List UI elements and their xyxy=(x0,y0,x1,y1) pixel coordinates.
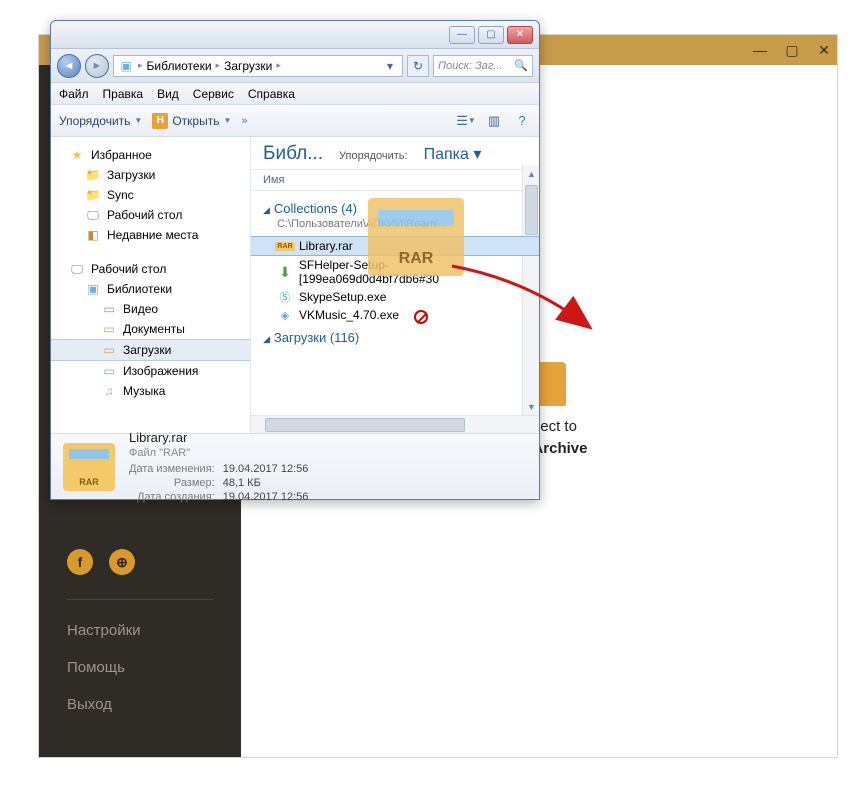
details-thumbnail: RAR xyxy=(63,443,115,491)
tree-documents[interactable]: ▭Документы xyxy=(51,319,250,339)
explorer-window: — ▢ ✕ ◄ ► ▣ ▸ Библиотеки ▸ Загрузки ▸ ▾ … xyxy=(50,20,540,500)
bg-social-row: f ⊕ xyxy=(39,535,241,593)
bg-minimize-icon[interactable]: — xyxy=(753,43,767,57)
list-header: Библ... Упорядочить: Папка ▾ xyxy=(251,137,539,170)
bg-side-exit[interactable]: Выход xyxy=(39,686,241,723)
globe-icon[interactable]: ⊕ xyxy=(109,549,135,575)
tree-images[interactable]: ▭Изображения xyxy=(51,361,250,381)
details-filetype: Файл "RAR" xyxy=(129,447,527,459)
tree-music[interactable]: ♫Музыка xyxy=(51,381,250,401)
menu-bar: Файл Правка Вид Сервис Справка xyxy=(51,83,539,105)
scroll-up-icon[interactable]: ▲ xyxy=(523,165,539,182)
facebook-icon[interactable]: f xyxy=(67,549,93,575)
col-name[interactable]: Имя xyxy=(263,174,284,186)
menu-file[interactable]: Файл xyxy=(59,87,89,101)
hscroll-thumb[interactable] xyxy=(265,418,465,432)
download-icon: ⬇ xyxy=(277,265,293,279)
explorer-titlebar[interactable]: — ▢ ✕ xyxy=(51,21,539,49)
preview-pane-button[interactable]: ▥ xyxy=(485,112,503,130)
breadcrumb-libraries[interactable]: Библиотеки xyxy=(147,59,212,73)
list-title: Библ... xyxy=(263,143,323,165)
app-icon: ◈ xyxy=(277,308,293,322)
tree-libraries[interactable]: ▣Библиотеки xyxy=(51,279,250,299)
breadcrumb-downloads[interactable]: Загрузки xyxy=(224,59,272,73)
search-input[interactable]: Поиск: Заг... 🔍 xyxy=(433,55,533,77)
nav-forward-button[interactable]: ► xyxy=(85,54,109,78)
documents-icon: ▭ xyxy=(101,322,117,336)
refresh-button[interactable]: ↻ xyxy=(407,55,429,77)
details-created-value: 19.04.2017 12:56 xyxy=(223,491,309,503)
music-icon: ♫ xyxy=(101,384,117,398)
tree-video[interactable]: ▭Видео xyxy=(51,299,250,319)
tree-sync[interactable]: 📁Sync xyxy=(51,185,250,205)
open-badge-icon: H xyxy=(152,113,168,129)
details-size-label: Размер: xyxy=(129,477,215,489)
menu-help[interactable]: Справка xyxy=(248,87,295,101)
group-collections[interactable]: ◢Collections (4) xyxy=(251,195,539,218)
file-skype[interactable]: ⓈSkypeSetup.exe xyxy=(251,288,539,306)
bg-maximize-icon[interactable]: ▢ xyxy=(785,43,799,57)
rar-icon: RAR xyxy=(275,242,294,251)
nav-back-button[interactable]: ◄ xyxy=(57,54,81,78)
recent-icon: ◧ xyxy=(85,228,101,242)
organize-button[interactable]: Упорядочить▼ xyxy=(59,114,142,128)
view-mode-button[interactable]: ☰▼ xyxy=(457,112,475,130)
open-button[interactable]: H Открыть▼ xyxy=(152,113,231,129)
breadcrumb[interactable]: ▣ ▸ Библиотеки ▸ Загрузки ▸ ▾ xyxy=(113,55,403,77)
menu-service[interactable]: Сервис xyxy=(193,87,234,101)
menu-view[interactable]: Вид xyxy=(157,87,179,101)
file-list-pane: Библ... Упорядочить: Папка ▾ Имя ▲ ▼ ◢Co… xyxy=(251,137,539,433)
folder-icon: 📁 xyxy=(85,168,101,182)
details-created-label: Дата создания: xyxy=(129,491,215,503)
sort-value[interactable]: Папка ▾ xyxy=(424,144,482,164)
toolbar: Упорядочить▼ H Открыть▼ » ☰▼ ▥ ? xyxy=(51,105,539,137)
tree-desktop2[interactable]: 🖵Рабочий стол xyxy=(51,259,250,279)
tree-downloads[interactable]: 📁Загрузки xyxy=(51,165,250,185)
desktop-icon: 🖵 xyxy=(85,208,101,222)
address-bar: ◄ ► ▣ ▸ Библиотеки ▸ Загрузки ▸ ▾ ↻ Поис… xyxy=(51,49,539,83)
desktop-icon: 🖵 xyxy=(69,262,85,276)
tree-recent[interactable]: ◧Недавние места xyxy=(51,225,250,245)
images-icon: ▭ xyxy=(101,364,117,378)
file-sfhelper[interactable]: ⬇SFHelper-Setup-[199ea069d0d4bf7db6#30 xyxy=(251,256,539,288)
minimize-button[interactable]: — xyxy=(449,26,475,44)
library-icon: ▣ xyxy=(85,282,101,296)
details-size-value: 48,1 КБ xyxy=(223,477,309,489)
details-modified-value: 19.04.2017 12:56 xyxy=(223,463,309,475)
tree-desktop[interactable]: 🖵Рабочий стол xyxy=(51,205,250,225)
skype-icon: Ⓢ xyxy=(277,290,293,304)
rar-icon: RAR xyxy=(79,477,99,487)
horizontal-scrollbar[interactable] xyxy=(251,415,539,433)
tree-downloads2[interactable]: ▭Загрузки xyxy=(51,339,250,361)
bg-side-settings[interactable]: Настройки xyxy=(39,612,241,649)
star-icon: ★ xyxy=(69,148,85,162)
breadcrumb-dropdown-icon[interactable]: ▾ xyxy=(382,59,398,73)
group-downloads[interactable]: ◢Загрузки (116) xyxy=(251,324,539,347)
details-pane: RAR Library.rar Файл "RAR" Дата изменени… xyxy=(51,433,539,499)
maximize-button[interactable]: ▢ xyxy=(478,26,504,44)
sort-label: Упорядочить: xyxy=(339,150,408,162)
file-vkmusic[interactable]: ◈VKMusic_4.70.exe xyxy=(251,306,539,324)
nav-tree[interactable]: ★Избранное 📁Загрузки 📁Sync 🖵Рабочий стол… xyxy=(51,137,251,433)
toolbar-overflow-icon[interactable]: » xyxy=(241,115,247,127)
search-icon: 🔍 xyxy=(514,59,528,72)
folder-icon: 📁 xyxy=(85,188,101,202)
close-button[interactable]: ✕ xyxy=(507,26,533,44)
library-icon: ▣ xyxy=(118,59,134,73)
group-collections-path: C:\Пользователи\АПКИИ\Roami... xyxy=(251,218,539,236)
help-button[interactable]: ? xyxy=(513,112,531,130)
file-library-rar[interactable]: RARLibrary.rar xyxy=(251,236,539,256)
details-modified-label: Дата изменения: xyxy=(129,463,215,475)
tree-favorites[interactable]: ★Избранное xyxy=(51,145,250,165)
bg-side-help[interactable]: Помощь xyxy=(39,649,241,686)
menu-edit[interactable]: Правка xyxy=(103,87,144,101)
downloads-icon: ▭ xyxy=(101,343,117,357)
bg-close-icon[interactable]: ✕ xyxy=(817,43,831,57)
video-icon: ▭ xyxy=(101,302,117,316)
column-headers[interactable]: Имя xyxy=(251,170,539,191)
file-list[interactable]: ◢Collections (4) C:\Пользователи\АПКИИ\R… xyxy=(251,191,539,415)
